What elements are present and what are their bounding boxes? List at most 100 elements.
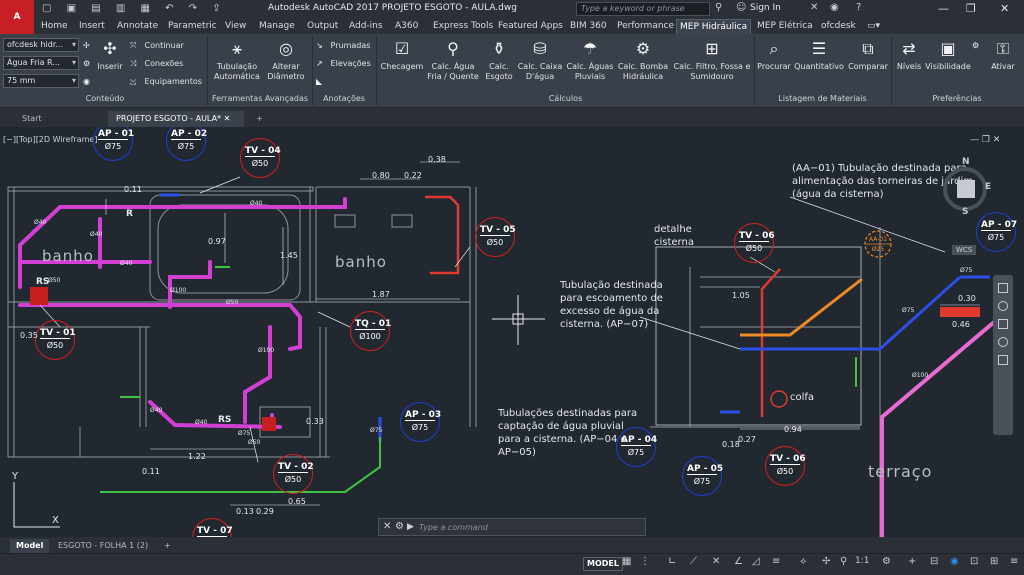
new-layout-button[interactable]: + <box>158 539 177 553</box>
close-icon[interactable]: ✕ <box>1000 2 1009 15</box>
calc-filtro-button[interactable]: ⊞ Calc. Filtro, Fossa e Sumidouro <box>672 38 752 82</box>
pin-icon[interactable]: ✢ <box>83 40 95 51</box>
pipe-tag[interactable]: TV - 01 Ø50 <box>35 320 76 360</box>
diameter-dropdown[interactable]: 75 mm <box>3 74 79 88</box>
navigation-bar[interactable] <box>993 275 1013 435</box>
ribbon-toggle-icon[interactable]: ▭▾ <box>864 19 883 34</box>
procurar-button[interactable]: ⌕ Procurar <box>756 38 792 72</box>
autocad-logo-button[interactable]: A <box>0 0 34 34</box>
help-icon[interactable]: ? <box>856 2 861 13</box>
model-space-button[interactable]: MODEL <box>583 557 623 571</box>
grid-icon[interactable]: ▦ <box>622 556 631 567</box>
command-input[interactable]: Type a command <box>419 523 488 532</box>
alterar-diametro-button[interactable]: ◎ Alterar Diâmetro <box>264 38 308 82</box>
pipe-tag[interactable]: TV - 04 Ø50 <box>240 138 281 178</box>
calc-agua-fria-button[interactable]: ⚲ Calc. Água Fria / Quente <box>426 38 480 82</box>
tab-mep-eletrica[interactable]: MEP Elétrica <box>754 19 816 34</box>
tab-mep-hidraulica[interactable]: MEP Hidráulica <box>676 19 752 34</box>
tab-a360[interactable]: A360 <box>392 19 421 34</box>
snap-icon[interactable]: ⋮ <box>640 556 650 567</box>
lineweight-icon[interactable]: ≡ <box>772 556 780 567</box>
settings-small-icon[interactable]: ⚙ <box>83 58 95 69</box>
pan-icon[interactable] <box>998 301 1008 311</box>
tab-insert[interactable]: Insert <box>76 19 108 34</box>
library-dropdown[interactable]: ofcdesk hidr... <box>3 38 79 52</box>
continuar-button[interactable]: ⤧ Continuar <box>130 40 184 51</box>
a360-icon[interactable]: ◉ <box>830 2 839 13</box>
isolate-icon[interactable]: ◉ <box>950 556 959 567</box>
tab-bim360[interactable]: BIM 360 <box>567 19 610 34</box>
tab-annotate[interactable]: Annotate <box>114 19 161 34</box>
tab-model[interactable]: Model <box>10 539 50 553</box>
pipe-tag[interactable]: TV - 06 Ø50 <box>765 446 806 486</box>
pipe-tag[interactable]: TV - 05 Ø50 <box>475 217 516 257</box>
wrench-icon[interactable]: ⚙ <box>395 521 404 532</box>
drawing-viewport[interactable]: [−][Top][2D Wireframe] — ❐ ✕ AA-01 Ø25 Y… <box>0 127 1024 537</box>
ativar-button[interactable]: ⚿ Ativar <box>985 38 1021 72</box>
tab-add-ins[interactable]: Add-ins <box>346 19 386 34</box>
tab-ofcdesk[interactable]: ofcdesk <box>818 19 859 34</box>
tab-home[interactable]: Home <box>38 19 71 34</box>
quick-access-toolbar[interactable]: ▢ ▣ ▤ ▥ ▦ ↶ ↷ ⇪ <box>42 3 227 14</box>
quantitativo-button[interactable]: ☰ Quantitativo <box>793 38 845 72</box>
tab-express-tools[interactable]: Express Tools <box>430 19 496 34</box>
exchange-icon[interactable]: ✕ <box>810 2 818 13</box>
tab-parametric[interactable]: Parametric <box>165 19 220 34</box>
pipe-tag[interactable]: TQ - 01 Ø100 <box>350 311 391 351</box>
system-dropdown[interactable]: Água Fria R... <box>3 56 79 70</box>
elevacoes-button[interactable]: ↗ Elevações <box>316 58 371 69</box>
tab-manage[interactable]: Manage <box>256 19 298 34</box>
pipe-tag[interactable]: TV - 02 Ø50 <box>273 454 314 494</box>
tab-view[interactable]: View <box>222 19 249 34</box>
new-tab-button[interactable]: + <box>248 111 271 127</box>
cube-face[interactable] <box>957 180 975 198</box>
wcs-menu[interactable]: WCS <box>952 245 977 255</box>
view-cube[interactable]: N E S <box>935 157 995 217</box>
pipe-tag[interactable]: AP - 07 Ø75 <box>976 212 1017 252</box>
tab-performance[interactable]: Performance <box>614 19 677 34</box>
tab-esgoto-folha[interactable]: ESGOTO - FOLHA 1 (2) <box>52 539 154 553</box>
tab-featured-apps[interactable]: Featured Apps <box>495 19 566 34</box>
tubulacao-automatica-button[interactable]: ⚹ Tubulação Automática <box>212 38 262 82</box>
customization-icon[interactable]: ≡ <box>1010 556 1018 567</box>
checagem-button[interactable]: ☑ Checagem <box>380 38 424 72</box>
recent-commands-icon[interactable]: ▶ <box>407 522 414 532</box>
annotation-scale[interactable]: 1:1 <box>855 556 869 566</box>
tab-projeto-esgoto[interactable]: PROJETO ESGOTO - AULA* ✕ <box>108 111 244 127</box>
polar-icon[interactable]: ⟋ <box>690 556 697 567</box>
nav-wheel-icon[interactable] <box>998 283 1008 293</box>
user-icon[interactable]: ☺ <box>736 2 746 13</box>
preferences-small-icon[interactable]: ⚙ <box>972 40 984 51</box>
prumadas-button[interactable]: ↘ Prumadas <box>316 40 370 51</box>
calc-caixa-dagua-button[interactable]: ⛁ Calc. Caixa D'água <box>516 38 564 82</box>
annotation-extra-icon[interactable]: ◣ <box>316 76 328 87</box>
search-icon[interactable]: ⚲ <box>715 2 722 13</box>
units-icon[interactable]: ⊟ <box>930 556 938 567</box>
dynamic-ucs-icon[interactable]: ◿ <box>752 556 760 567</box>
clean-screen-icon[interactable]: ⊞ <box>990 556 998 567</box>
tab-start[interactable]: Start <box>14 111 106 127</box>
annotation-visibility-icon[interactable]: ⚲ <box>840 556 847 567</box>
orbit-icon[interactable] <box>998 337 1008 347</box>
annotation-monitor-icon[interactable]: + <box>908 556 916 567</box>
calc-esgoto-button[interactable]: ⚱ Calc. Esgoto <box>483 38 515 82</box>
command-line[interactable]: ✕ ⚙ ▶ Type a command <box>378 518 646 536</box>
transparency-icon[interactable]: ⟡ <box>800 556 807 567</box>
comparar-button[interactable]: ⧉ Comparar <box>846 38 890 72</box>
restore-icon[interactable]: ❐ <box>966 2 976 15</box>
sign-in-button[interactable]: Sign In <box>750 3 781 13</box>
inserir-button[interactable]: ✣ Inserir <box>96 38 124 72</box>
close-tab-icon[interactable]: ✕ <box>224 114 231 123</box>
osnap-icon[interactable]: ✕ <box>712 556 720 567</box>
conexoes-button[interactable]: ⤨ Conexões <box>130 58 183 69</box>
selection-cycle-icon[interactable]: ✢ <box>822 556 830 567</box>
calc-bomba-button[interactable]: ⚙ Calc. Bomba Hidráulica <box>616 38 670 82</box>
search-input[interactable]: Type a keyword or phrase <box>576 2 710 16</box>
pipe-tag[interactable]: AP - 05 Ø75 <box>682 456 723 496</box>
calc-aguas-pluviais-button[interactable]: ☂ Calc. Águas Pluviais <box>566 38 614 82</box>
zoom-icon[interactable] <box>998 319 1008 329</box>
minimize-icon[interactable]: — <box>938 2 949 15</box>
niveis-button[interactable]: ⇄ Níveis <box>894 38 924 72</box>
pipe-tag[interactable]: AP - 03 Ø75 <box>400 402 441 442</box>
otrack-icon[interactable]: ∠ <box>734 556 743 567</box>
